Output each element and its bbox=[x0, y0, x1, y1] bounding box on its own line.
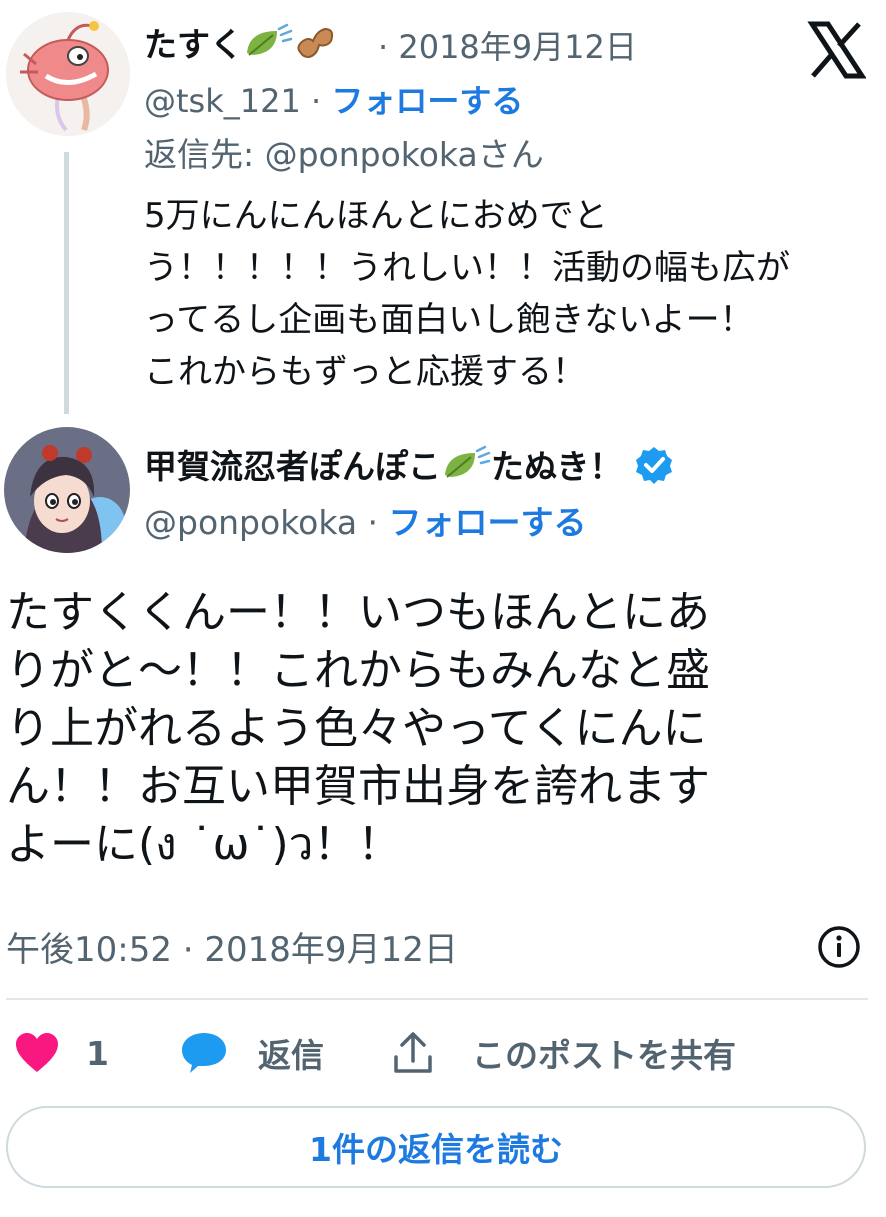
tweet-timestamp[interactable]: 午後10:52 · 2018年9月12日 bbox=[6, 922, 458, 971]
heart-icon bbox=[14, 1032, 60, 1074]
divider bbox=[6, 998, 868, 1000]
main-display-name-suffix: たぬき！ bbox=[491, 447, 623, 486]
main-text-line: よーに(ง ˙ω˙)ว！！ bbox=[6, 819, 402, 870]
parent-display-name-text: たすく bbox=[144, 25, 243, 64]
main-handle-row: @ponpokoka · フォローする bbox=[144, 496, 587, 544]
parent-text-line: う！！！！！うれしい！！活動の幅も広が bbox=[144, 248, 790, 288]
avatar-ponpokoka[interactable] bbox=[4, 427, 130, 553]
reply-to-prefix: 返信先: bbox=[144, 135, 265, 174]
x-logo-icon[interactable] bbox=[806, 20, 867, 80]
like-count: 1 bbox=[86, 1033, 109, 1073]
read-replies-button[interactable]: 1件の返信を読む bbox=[6, 1106, 866, 1188]
reply-to-line: 返信先: @ponpokokaさん bbox=[144, 128, 544, 176]
main-display-name-text: 甲賀流忍者ぽんぽこ bbox=[144, 447, 441, 486]
like-button[interactable]: 1 bbox=[14, 1030, 109, 1076]
share-label: このポストを共有 bbox=[472, 1036, 736, 1075]
info-icon[interactable] bbox=[816, 924, 862, 970]
parent-text-line: 5万にんにんほんとにおめでと bbox=[144, 196, 608, 236]
verified-badge-icon bbox=[634, 445, 674, 493]
main-text-line: り上がれるよう色々やってくにんに bbox=[6, 703, 707, 754]
parent-date[interactable]: · 2018年9月12日 bbox=[378, 22, 637, 68]
reply-label: 返信 bbox=[258, 1036, 324, 1075]
share-button[interactable]: このポストを共有 bbox=[392, 1030, 736, 1076]
follow-button-parent[interactable]: フォローする bbox=[331, 82, 523, 120]
thread-line bbox=[64, 152, 69, 414]
parent-text-line: これからもずっと応援する！ bbox=[144, 352, 586, 392]
main-text-line: ん！！お互い甲賀市出身を誇れます bbox=[6, 761, 710, 812]
reply-to-suffix: さん bbox=[477, 135, 544, 174]
follow-button-main[interactable]: フォローする bbox=[389, 503, 587, 542]
parent-display-name[interactable]: たすく bbox=[144, 18, 337, 71]
read-replies-label: 1件の返信を読む bbox=[309, 1130, 563, 1169]
main-handle[interactable]: @ponpokoka · bbox=[144, 503, 378, 542]
reply-bubble-icon bbox=[180, 1031, 228, 1075]
main-tweet-text: たすくくんー！！いつもほんとにあ りがと〜！！これからもみんなと盛 り上がれるよ… bbox=[6, 584, 880, 874]
reply-button[interactable]: 返信 bbox=[180, 1030, 324, 1076]
peanut-icon bbox=[293, 23, 337, 71]
main-text-line: たすくくんー！！いつもほんとにあ bbox=[6, 587, 710, 638]
main-text-line: りがと〜！！これからもみんなと盛 bbox=[6, 645, 710, 696]
parent-handle[interactable]: @tsk_121 · bbox=[144, 82, 321, 120]
share-icon bbox=[392, 1031, 434, 1075]
leaf-wind-icon bbox=[441, 445, 491, 493]
reply-to-handle[interactable]: @ponpokoka bbox=[265, 135, 478, 174]
parent-tweet-text: 5万にんにんほんとにおめでと う！！！！！うれしい！！活動の幅も広が ってるし企… bbox=[144, 190, 864, 398]
parent-handle-row: @tsk_121 · フォローする bbox=[144, 76, 523, 122]
leaf-wind-icon bbox=[243, 23, 293, 71]
main-display-name[interactable]: 甲賀流忍者ぽんぽこ たぬき！ bbox=[144, 440, 674, 493]
parent-text-line: ってるし企画も面白いし飽きないよー！ bbox=[144, 300, 754, 340]
avatar-tasuku[interactable] bbox=[6, 12, 130, 136]
